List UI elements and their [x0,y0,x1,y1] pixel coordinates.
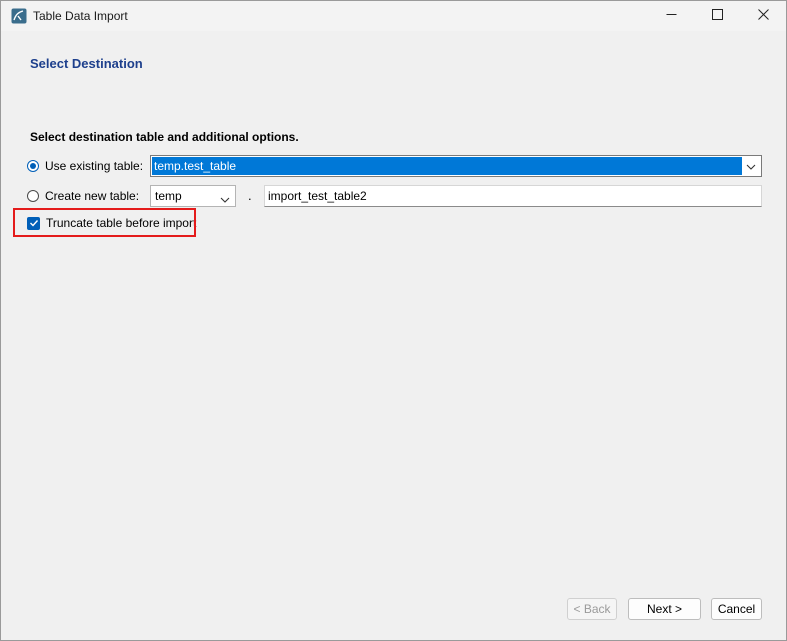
existing-table-value: temp.test_table [152,157,742,175]
mysql-workbench-icon [11,8,27,24]
instructions-text: Select destination table and additional … [30,130,299,144]
window-title: Table Data Import [33,9,128,23]
create-new-label: Create new table: [45,189,140,203]
existing-table-dropdown[interactable]: temp.test_table [150,155,762,177]
cancel-button[interactable]: Cancel [711,598,762,620]
use-existing-label: Use existing table: [45,159,144,173]
maximize-icon [711,9,723,23]
close-icon [757,9,769,23]
maximize-button[interactable] [694,1,740,31]
page-title: Select Destination [30,56,143,71]
title-bar[interactable]: Table Data Import [1,1,786,31]
chevron-down-icon[interactable] [746,161,756,171]
minimize-icon [666,9,677,23]
use-existing-option[interactable]: Use existing table: [27,159,143,173]
dialog-window: Table Data Import Select Destination Sel… [0,0,787,641]
back-button[interactable]: < Back [567,598,617,620]
close-button[interactable] [740,1,786,31]
chevron-down-icon[interactable] [220,191,230,203]
next-button[interactable]: Next > [628,598,701,620]
minimize-button[interactable] [648,1,694,31]
schema-dropdown[interactable]: temp [150,185,236,207]
new-table-name-input[interactable] [264,185,762,207]
schema-value: temp [155,189,182,203]
use-existing-radio[interactable] [27,160,39,172]
highlight-box [13,208,196,237]
schema-table-separator: . [248,188,252,203]
create-new-option[interactable]: Create new table: [27,189,139,203]
create-new-radio[interactable] [27,190,39,202]
